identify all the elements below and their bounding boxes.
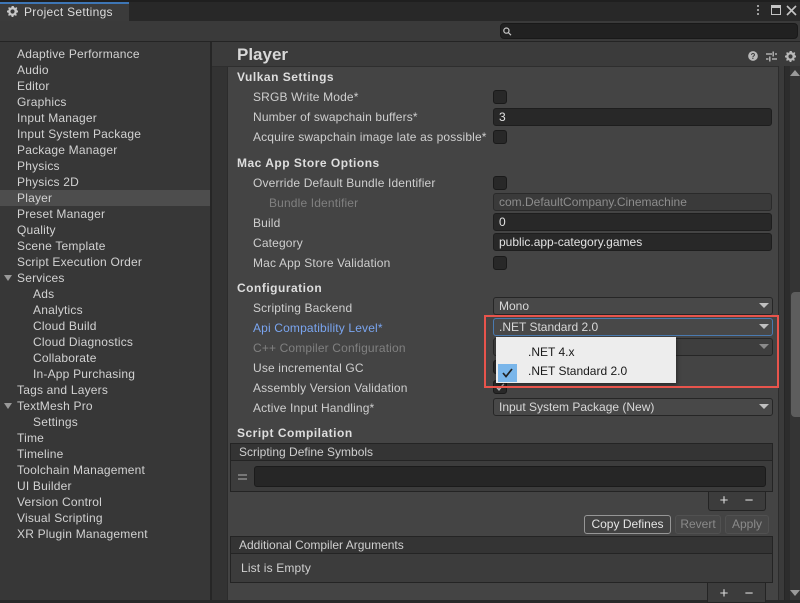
svg-text:?: ?	[751, 52, 756, 61]
